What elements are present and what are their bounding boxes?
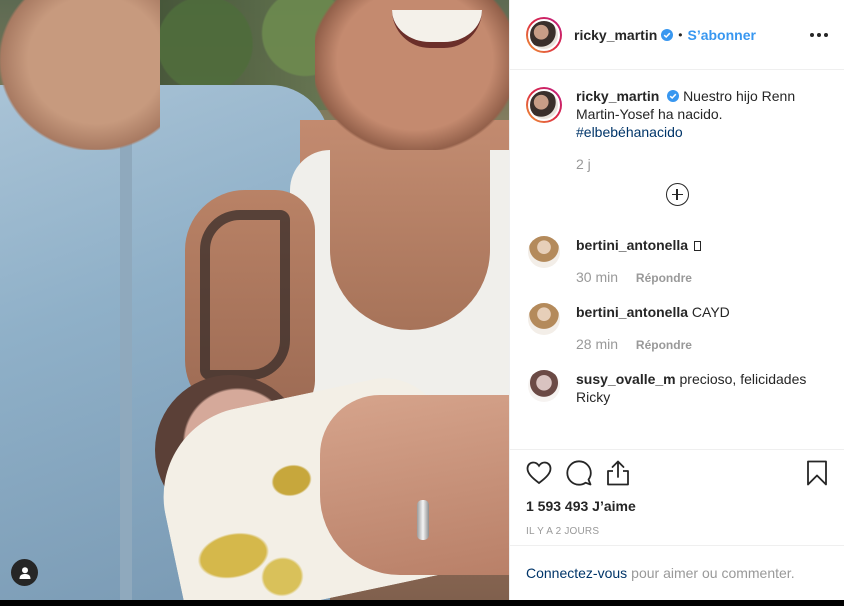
caption-hashtag[interactable]: #elbebéhanacido: [576, 124, 683, 140]
comment-item: bertini_antonella CAYD 28 min Répondre: [526, 303, 828, 354]
bottom-bar: [0, 600, 844, 606]
reply-button[interactable]: Répondre: [636, 338, 692, 352]
caption-username[interactable]: ricky_martin: [576, 88, 659, 104]
author-avatar-image: [528, 18, 560, 51]
author-avatar[interactable]: [526, 16, 562, 53]
caption-avatar[interactable]: [526, 87, 562, 123]
action-icons: [526, 460, 828, 486]
more-options-icon: [810, 32, 814, 37]
commenter-avatar[interactable]: [528, 303, 560, 335]
follow-button[interactable]: S’abonner: [687, 27, 755, 43]
comment-meta: 28 min Répondre: [576, 335, 730, 354]
post-actions: 1 593 493 J’aime IL Y A 2 JOURS: [510, 449, 844, 545]
comment-icon[interactable]: [566, 460, 592, 486]
post-photo: [0, 0, 509, 600]
comment-item: susy_ovalle_m precioso, felicidades Rick…: [526, 370, 828, 406]
comment-body: bertini_antonella 30 min Répondre: [576, 236, 701, 287]
caption-avatar-image: [528, 89, 560, 121]
heart-icon[interactable]: [526, 461, 552, 485]
emoji-placeholder-icon: [693, 241, 701, 251]
caption: ricky_martin Nuestro hijo Renn Martin-Yo…: [526, 87, 828, 173]
caption-age: 2 j: [576, 156, 591, 172]
share-icon[interactable]: [606, 460, 630, 486]
more-options-icon: [817, 32, 821, 37]
comment-age: 30 min: [576, 269, 619, 285]
tattoo: [200, 210, 290, 380]
hand: [320, 395, 509, 575]
more-options-icon: [824, 32, 828, 37]
commenter-username[interactable]: susy_ovalle_m: [576, 371, 676, 387]
comments-list[interactable]: ricky_martin Nuestro hijo Renn Martin-Yo…: [510, 71, 844, 449]
verified-icon: [661, 28, 674, 41]
comment-body: susy_ovalle_m precioso, felicidades Rick…: [576, 370, 828, 406]
comment-meta: 30 min Répondre: [576, 268, 701, 287]
commenter-username[interactable]: bertini_antonella: [576, 304, 688, 320]
commenter-avatar[interactable]: [528, 370, 560, 402]
more-options-button[interactable]: [810, 32, 828, 37]
comment-text: CAYD: [691, 304, 730, 320]
login-prompt: Connectez-vous pour aimer ou commenter.: [510, 545, 844, 600]
likes-count[interactable]: 1 593 493 J’aime: [526, 498, 828, 514]
user-tag-button[interactable]: [11, 559, 38, 586]
load-more-icon: [665, 183, 689, 206]
user-tag-icon: [19, 566, 30, 579]
post-header: ricky_martin • S’abonner: [510, 0, 844, 70]
commenter-avatar[interactable]: [528, 236, 560, 268]
login-link[interactable]: Connectez-vous: [526, 565, 627, 581]
post-panel: ricky_martin • S’abonner ricky_martin Nu…: [509, 0, 844, 600]
load-more-comments[interactable]: [526, 183, 828, 206]
commenter-username[interactable]: bertini_antonella: [576, 237, 688, 253]
reply-button[interactable]: Répondre: [636, 271, 692, 285]
post-date[interactable]: IL Y A 2 JOURS: [526, 526, 828, 537]
comment-age: 28 min: [576, 336, 619, 352]
verified-icon: [667, 90, 680, 102]
bookmark-icon[interactable]: [806, 460, 828, 486]
comment-item: bertini_antonella 30 min Répondre: [526, 236, 828, 287]
caption-body: ricky_martin Nuestro hijo Renn Martin-Yo…: [576, 87, 828, 173]
author-username[interactable]: ricky_martin: [574, 27, 657, 43]
comment-body: bertini_antonella CAYD 28 min Répondre: [576, 303, 730, 354]
login-prompt-text: pour aimer ou commenter.: [631, 565, 795, 581]
wedding-ring: [417, 500, 429, 540]
left-face: [0, 0, 160, 150]
separator-dot: •: [678, 27, 683, 42]
